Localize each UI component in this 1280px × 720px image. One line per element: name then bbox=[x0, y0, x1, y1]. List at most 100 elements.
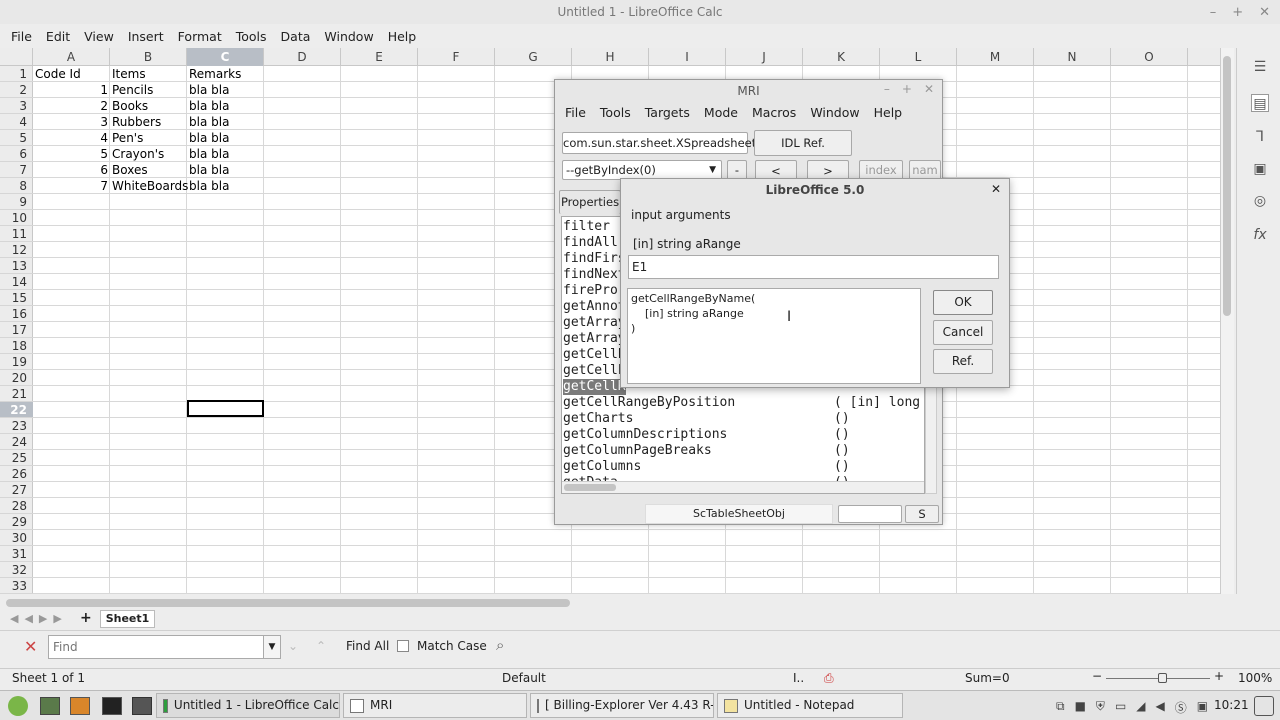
row-header-25[interactable]: 25 bbox=[0, 450, 33, 466]
cell-b8[interactable]: WhiteBoards bbox=[112, 178, 188, 194]
row-header-26[interactable]: 26 bbox=[0, 466, 33, 482]
mri-list-item[interactable]: getColumnPageBreaks bbox=[563, 443, 712, 459]
mri-list-item[interactable]: getColumns bbox=[563, 459, 641, 475]
cancel-button[interactable]: Cancel bbox=[933, 320, 993, 345]
mri-list-item[interactable]: getCellRangeByPosition bbox=[563, 395, 735, 411]
cell-b3[interactable]: Books bbox=[112, 98, 148, 114]
cell-b4[interactable]: Rubbers bbox=[112, 114, 161, 130]
column-header-m[interactable]: M bbox=[957, 48, 1034, 66]
task-libreoffice-calc[interactable]: Untitled 1 - LibreOffice Calc bbox=[156, 693, 340, 718]
mri-menu-file[interactable]: File bbox=[558, 105, 593, 120]
row-header-32[interactable]: 32 bbox=[0, 562, 33, 578]
row-header-4[interactable]: 4 bbox=[0, 114, 33, 130]
cell-c7[interactable]: bla bla bbox=[189, 162, 229, 178]
mri-index-button[interactable]: index bbox=[859, 160, 903, 180]
mri-list-item[interactable]: getArray bbox=[563, 315, 626, 331]
row-header-3[interactable]: 3 bbox=[0, 98, 33, 114]
row-header-30[interactable]: 30 bbox=[0, 530, 33, 546]
menu-edit[interactable]: Edit bbox=[39, 29, 77, 44]
argument-input[interactable]: E1 bbox=[628, 255, 999, 279]
maximize-icon[interactable]: + bbox=[902, 82, 912, 96]
row-header-29[interactable]: 29 bbox=[0, 514, 33, 530]
find-prev-icon[interactable]: ⌄ bbox=[288, 639, 298, 653]
row-header-31[interactable]: 31 bbox=[0, 546, 33, 562]
column-header-f[interactable]: F bbox=[418, 48, 495, 66]
column-header-j[interactable]: J bbox=[726, 48, 803, 66]
cell-a6[interactable]: 5 bbox=[33, 146, 108, 162]
gallery-icon[interactable]: Ꞁ bbox=[1251, 128, 1269, 146]
wifi-icon[interactable]: ◢ bbox=[1136, 699, 1145, 716]
cell-c6[interactable]: bla bla bbox=[189, 146, 229, 162]
mri-status-field[interactable] bbox=[838, 505, 902, 523]
row-header-1[interactable]: 1 bbox=[0, 66, 33, 82]
find-dropdown-icon[interactable]: ▼ bbox=[263, 635, 281, 659]
cell-b6[interactable]: Crayon's bbox=[112, 146, 164, 162]
mri-search-button[interactable]: S bbox=[905, 505, 939, 523]
close-find-icon[interactable]: ✕ bbox=[24, 637, 37, 656]
mri-list-item[interactable]: findFirs bbox=[563, 251, 626, 267]
column-header-g[interactable]: G bbox=[495, 48, 572, 66]
close-icon[interactable]: ✕ bbox=[1259, 5, 1270, 20]
cell-b7[interactable]: Boxes bbox=[112, 162, 148, 178]
clock[interactable]: 10:21 bbox=[1214, 698, 1249, 712]
cell-c4[interactable]: bla bla bbox=[189, 114, 229, 130]
mri-list-item[interactable]: getArray bbox=[563, 331, 626, 347]
status-insert-mode-icon[interactable]: I.. bbox=[793, 671, 804, 685]
files-icon[interactable] bbox=[132, 697, 152, 715]
menu-help[interactable]: Help bbox=[381, 29, 424, 44]
zoom-in-icon[interactable]: + bbox=[1214, 669, 1224, 683]
task-mri[interactable]: MRI bbox=[343, 693, 527, 718]
power-icon[interactable] bbox=[1254, 696, 1274, 716]
mri-menu-help[interactable]: Help bbox=[867, 105, 910, 120]
mri-list-item[interactable]: getCellR bbox=[563, 379, 626, 395]
find-input[interactable] bbox=[48, 635, 264, 659]
active-cell-cursor[interactable] bbox=[187, 400, 264, 417]
menu-view[interactable]: View bbox=[77, 29, 121, 44]
menu-tools[interactable]: Tools bbox=[229, 29, 274, 44]
column-header-e[interactable]: E bbox=[341, 48, 418, 66]
select-all-corner[interactable] bbox=[0, 48, 33, 66]
mri-list-hscrollbar[interactable] bbox=[562, 481, 924, 493]
menu-format[interactable]: Format bbox=[171, 29, 229, 44]
cell-b5[interactable]: Pen's bbox=[112, 130, 143, 146]
mri-list-item[interactable]: getCellF bbox=[563, 363, 626, 379]
mri-list-hscroll-thumb[interactable] bbox=[564, 484, 616, 491]
row-header-33[interactable]: 33 bbox=[0, 578, 33, 594]
cell-b2[interactable]: Pencils bbox=[112, 82, 153, 98]
show-desktop-icon[interactable] bbox=[40, 697, 60, 715]
volume-icon[interactable]: ◀ bbox=[1156, 699, 1165, 716]
row-header-2[interactable]: 2 bbox=[0, 82, 33, 98]
row-header-8[interactable]: 8 bbox=[0, 178, 33, 194]
column-header-n[interactable]: N bbox=[1034, 48, 1111, 66]
properties-icon[interactable]: ☰ bbox=[1251, 58, 1269, 76]
column-header-d[interactable]: D bbox=[264, 48, 341, 66]
status-page-style[interactable]: Default bbox=[502, 671, 546, 685]
row-header-23[interactable]: 23 bbox=[0, 418, 33, 434]
row-header-19[interactable]: 19 bbox=[0, 354, 33, 370]
mri-list-item[interactable]: getCharts bbox=[563, 411, 633, 427]
row-header-15[interactable]: 15 bbox=[0, 290, 33, 306]
zoom-out-icon[interactable]: − bbox=[1092, 669, 1102, 683]
row-header-21[interactable]: 21 bbox=[0, 386, 33, 402]
column-header-o[interactable]: O bbox=[1111, 48, 1188, 66]
menu-file[interactable]: File bbox=[4, 29, 39, 44]
shield-icon[interactable]: ⛨ bbox=[1096, 699, 1105, 716]
cell-c3[interactable]: bla bla bbox=[189, 98, 229, 114]
image-icon[interactable]: ▣ bbox=[1251, 160, 1269, 178]
mri-list-item[interactable]: findAll bbox=[563, 235, 618, 251]
find-all-button[interactable]: Find All bbox=[346, 639, 389, 653]
cell-a4[interactable]: 3 bbox=[33, 114, 108, 130]
row-header-16[interactable]: 16 bbox=[0, 306, 33, 322]
mri-menu-window[interactable]: Window bbox=[803, 105, 866, 120]
column-header-a[interactable]: A bbox=[33, 48, 110, 66]
find-replace-icon[interactable]: ⌕ bbox=[496, 636, 504, 654]
cell-a3[interactable]: 2 bbox=[33, 98, 108, 114]
row-header-22[interactable]: 22 bbox=[0, 402, 33, 418]
cell-c2[interactable]: bla bla bbox=[189, 82, 229, 98]
skype-icon[interactable]: Ⓢ bbox=[1175, 699, 1187, 716]
mri-type-name-field[interactable]: com.sun.star.sheet.XSpreadsheet bbox=[562, 132, 756, 154]
cell-a1[interactable]: Code Id bbox=[35, 66, 81, 82]
row-header-17[interactable]: 17 bbox=[0, 322, 33, 338]
mri-menu-tools[interactable]: Tools bbox=[593, 105, 638, 120]
row-header-6[interactable]: 6 bbox=[0, 146, 33, 162]
